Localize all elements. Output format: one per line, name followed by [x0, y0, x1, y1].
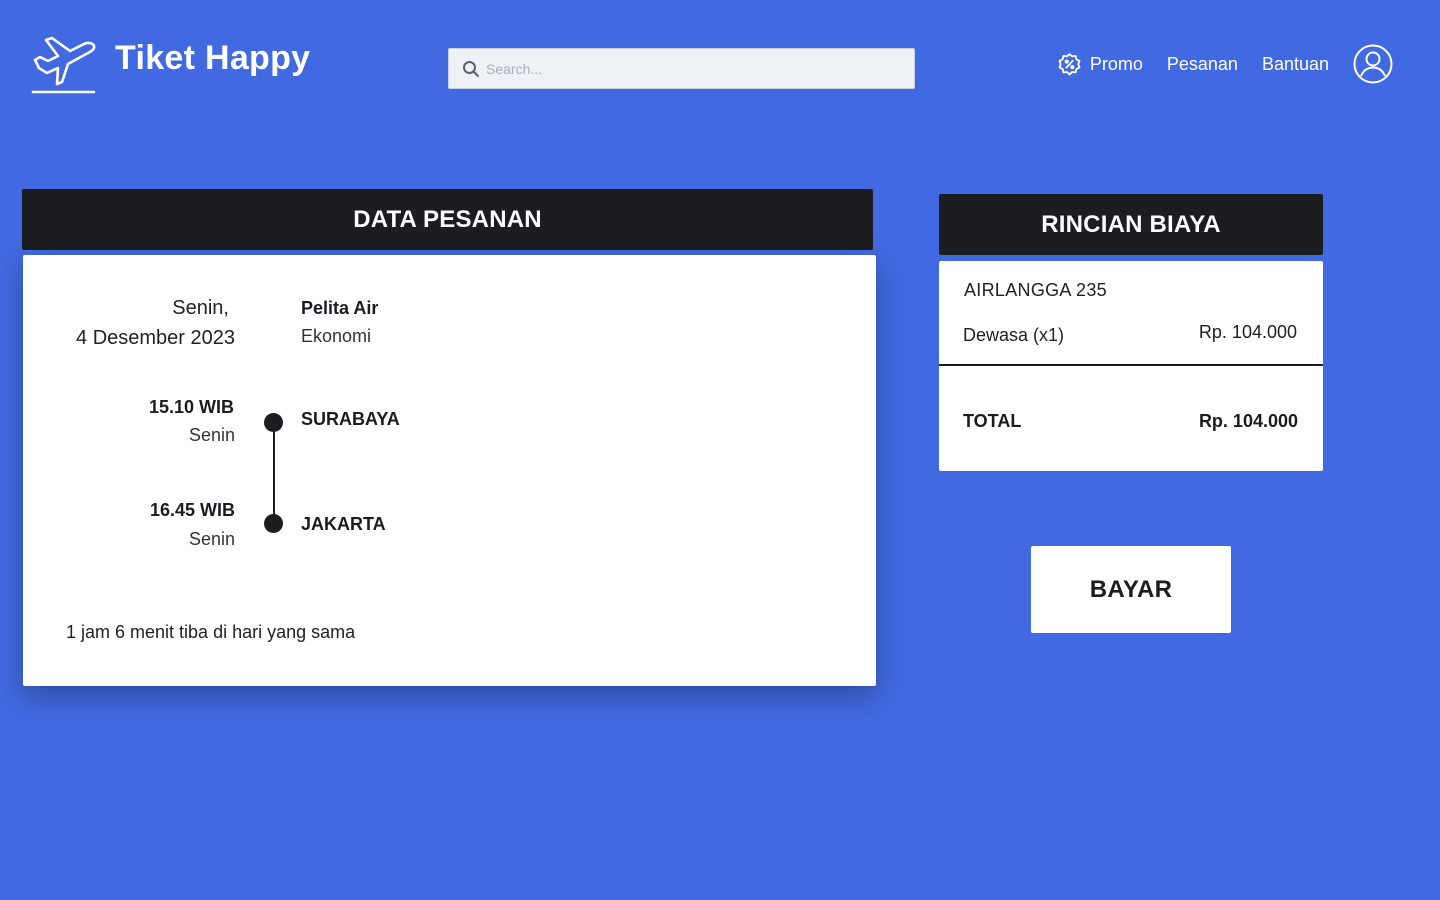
airline-name: Pelita Air	[301, 298, 379, 318]
departure-time: 15.10 WIB	[148, 397, 234, 417]
user-circle-icon	[1353, 44, 1393, 84]
brand-logo[interactable]: Tiket Happy	[30, 28, 310, 94]
arrival-time: 16.45 WIB	[149, 500, 235, 520]
brand-name: Tiket Happy	[115, 39, 311, 77]
departure-day: Senin	[188, 425, 235, 445]
nav-promo-label: Promo	[1089, 53, 1143, 74]
travel-date: 4 Desember 2023	[76, 327, 235, 349]
flight-number: AIRLANGGA 235	[964, 280, 1107, 300]
discount-badge-icon	[1058, 52, 1081, 75]
passenger-price: Rp. 104.000	[1198, 322, 1297, 342]
nav-promo[interactable]: Promo	[1057, 52, 1143, 77]
cost-divider	[939, 364, 1323, 366]
arrival-city: JAKARTA	[301, 514, 386, 534]
passenger-label: Dewasa (x1)	[963, 325, 1065, 345]
total-label: TOTAL	[963, 411, 1022, 431]
order-card: Senin, 4 Desember 2023 Pelita Air Ekonom…	[23, 255, 876, 686]
nav-pesanan[interactable]: Pesanan	[1167, 54, 1238, 75]
arrival-day: Senin	[188, 529, 235, 549]
travel-day: Senin,	[172, 297, 229, 319]
total-price: Rp. 104.000	[1198, 411, 1298, 431]
arrival-dot	[264, 514, 283, 533]
search-icon	[462, 60, 480, 78]
nav-pesanan-label: Pesanan	[1166, 53, 1238, 74]
departure-dot	[264, 413, 283, 432]
search-input[interactable]	[486, 60, 906, 77]
airplane-takeoff-icon	[31, 36, 96, 94]
cost-card: AIRLANGGA 235 Dewasa (x1) Rp. 104.000 TO…	[939, 261, 1323, 471]
route-line	[273, 425, 275, 520]
nav-bantuan-label: Bantuan	[1261, 53, 1329, 74]
pay-button[interactable]: BAYAR	[1031, 546, 1231, 633]
order-panel-heading: DATA PESANAN	[22, 189, 873, 250]
cabin-class: Ekonomi	[301, 326, 372, 346]
departure-city: SURABAYA	[301, 409, 400, 429]
user-avatar[interactable]	[1353, 44, 1393, 84]
top-nav: Promo Pesanan Bantuan	[1057, 44, 1393, 84]
flight-duration: 1 jam 6 menit tiba di hari yang sama	[66, 622, 356, 642]
nav-bantuan[interactable]: Bantuan	[1262, 54, 1329, 75]
search-bar[interactable]	[448, 48, 915, 89]
cost-panel-heading: RINCIAN BIAYA	[939, 194, 1323, 255]
